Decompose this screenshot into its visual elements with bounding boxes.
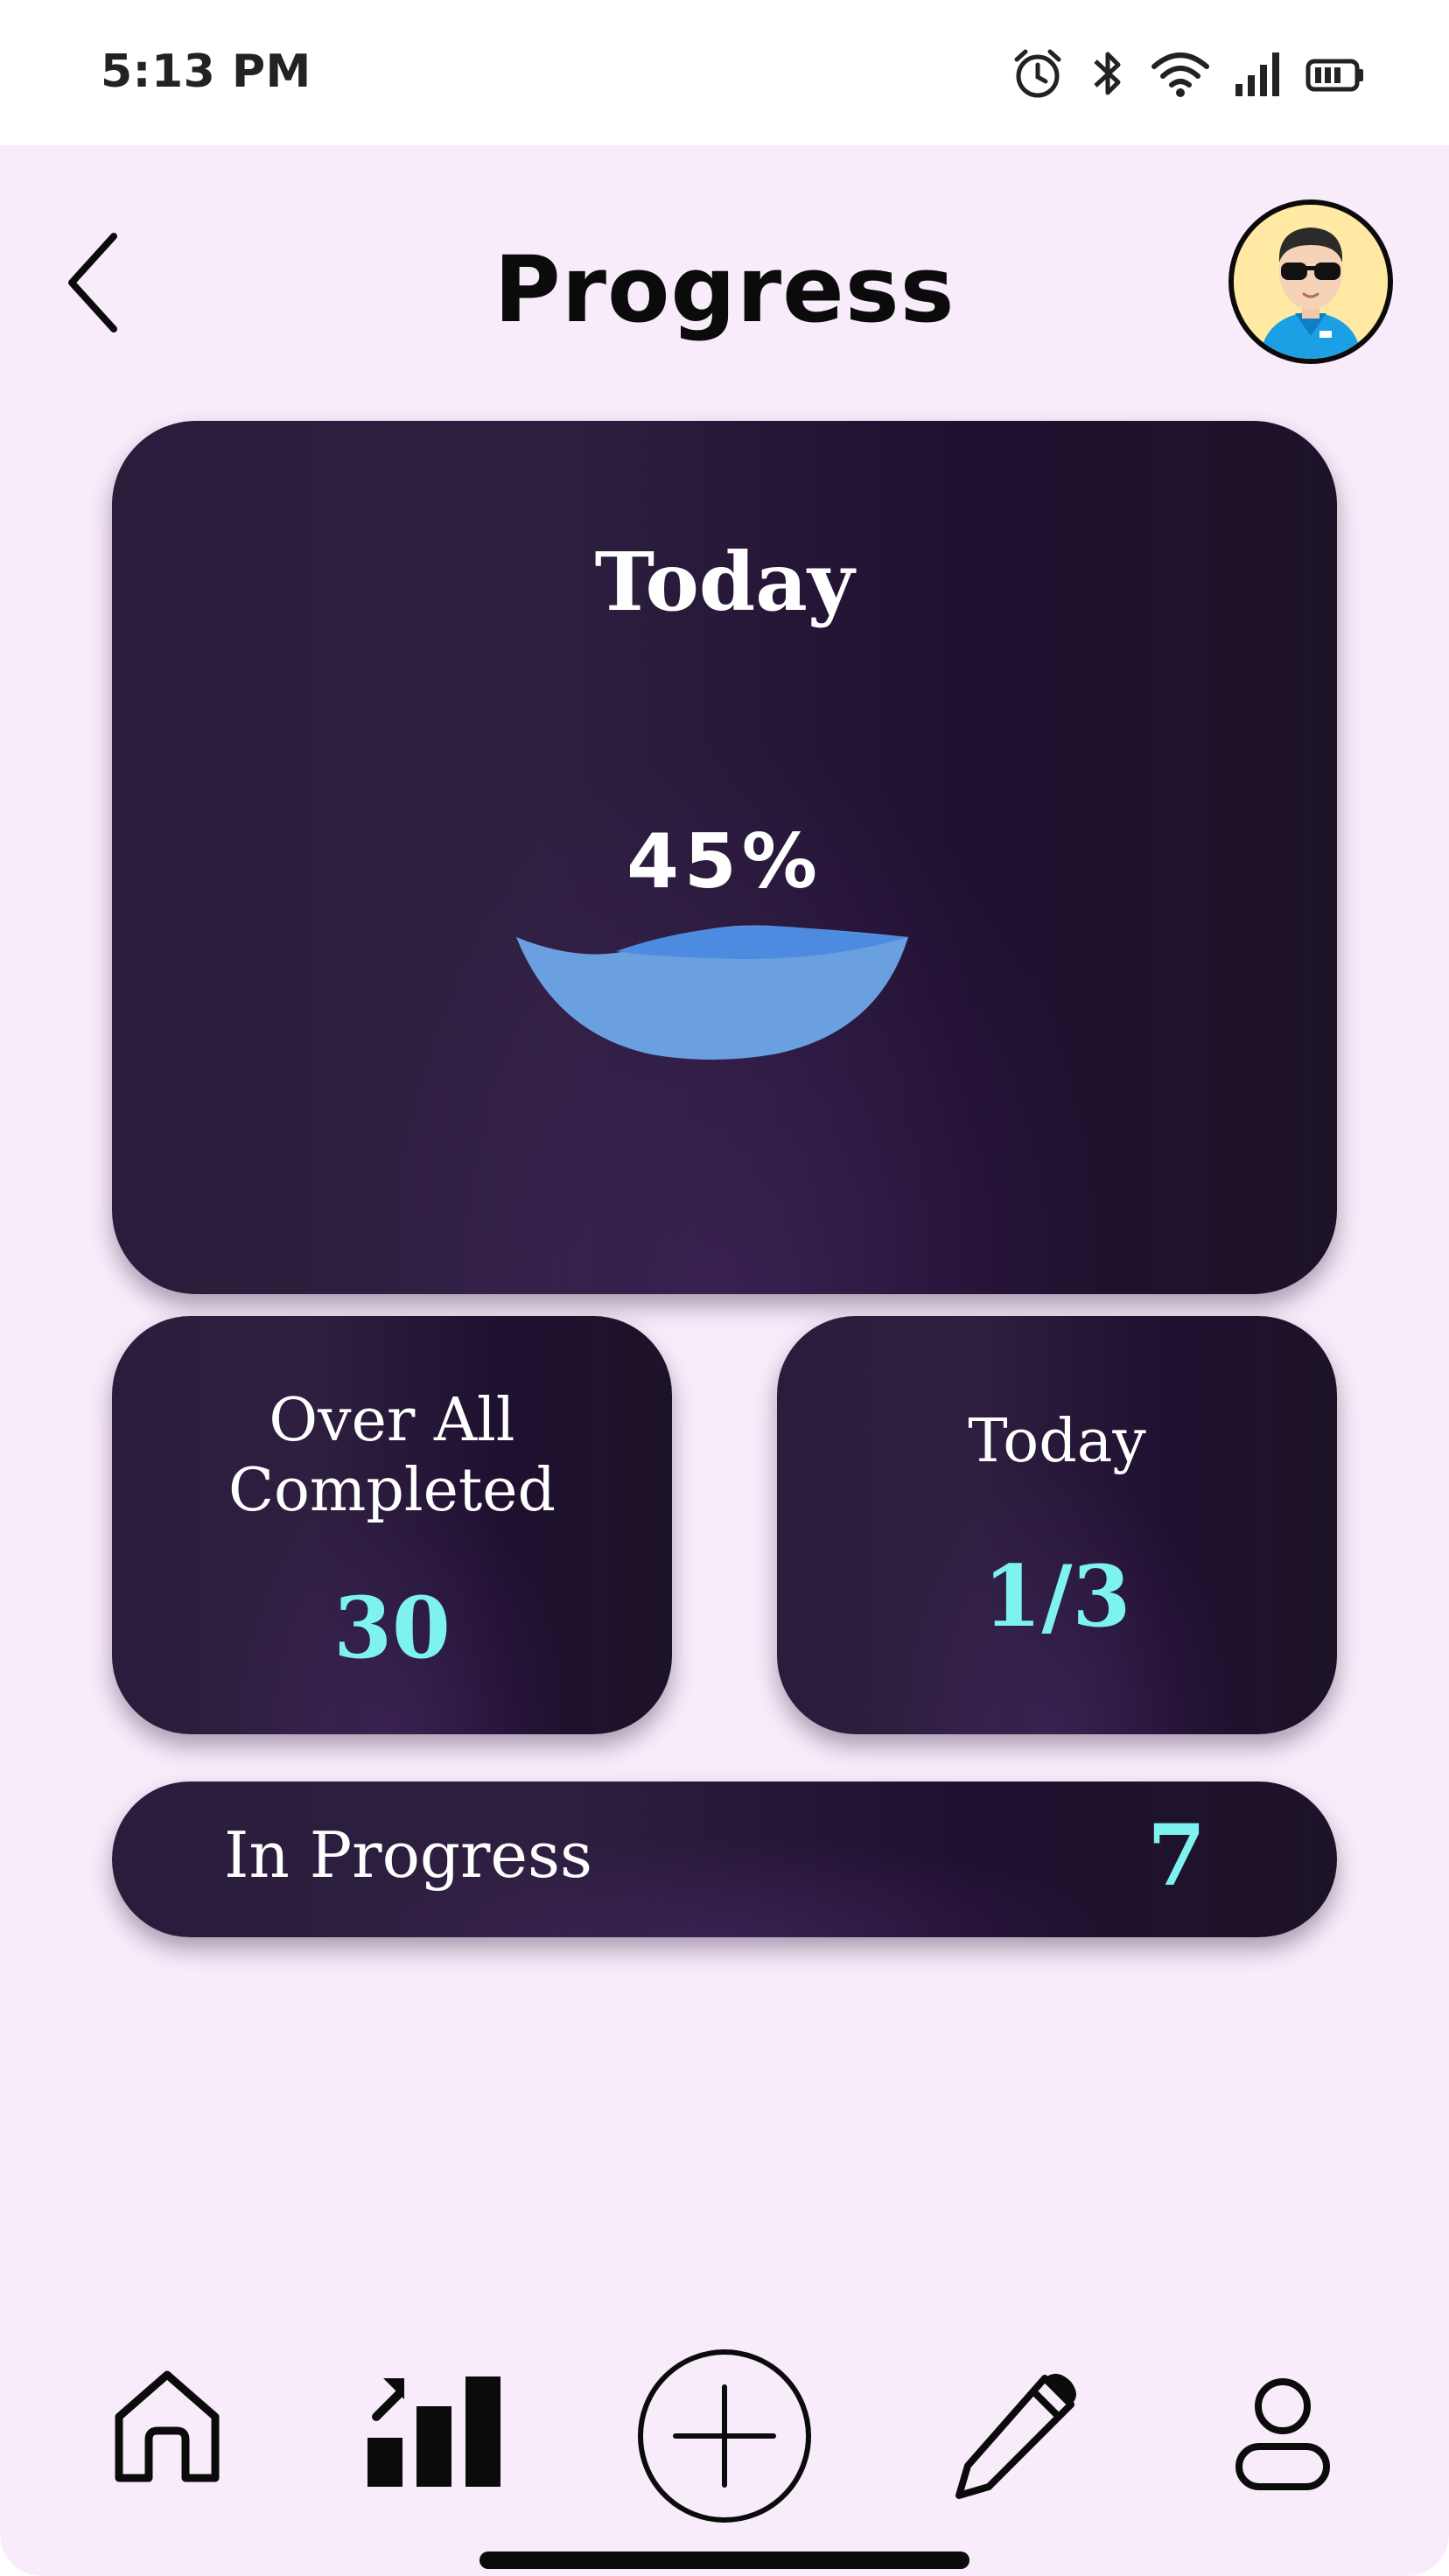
today-count-card: Today 1/3 bbox=[777, 1316, 1337, 1734]
add-icon bbox=[638, 2349, 811, 2523]
status-time: 5:13 PM bbox=[101, 46, 312, 98]
status-icons bbox=[1010, 42, 1365, 105]
today-count-value: 1/3 bbox=[983, 1547, 1131, 1646]
overall-label-line1: Over All bbox=[269, 1386, 515, 1455]
in-progress-label: In Progress bbox=[224, 1818, 592, 1892]
nav-profile[interactable] bbox=[1234, 2376, 1332, 2492]
overall-completed-card: Over All Completed 30 bbox=[112, 1316, 672, 1734]
nav-home[interactable] bbox=[110, 2366, 224, 2488]
signal-icon bbox=[1234, 46, 1283, 102]
pencil-icon bbox=[956, 2373, 1076, 2499]
nav-add[interactable] bbox=[635, 2347, 814, 2525]
overall-completed-label: Over All Completed bbox=[112, 1386, 672, 1526]
alarm-icon bbox=[1010, 46, 1066, 102]
today-card-title: Today bbox=[594, 535, 855, 629]
today-percent-label: 45% bbox=[626, 818, 822, 906]
wifi-icon bbox=[1150, 46, 1211, 102]
today-count-label: Today bbox=[968, 1407, 1146, 1476]
today-progress-card: Today 45% bbox=[112, 421, 1337, 1294]
home-icon bbox=[115, 2370, 220, 2482]
home-indicator bbox=[480, 2552, 970, 2569]
overall-completed-value: 30 bbox=[333, 1578, 451, 1677]
nav-stats[interactable] bbox=[364, 2366, 504, 2488]
bottom-nav bbox=[0, 2328, 1449, 2538]
bluetooth-icon bbox=[1088, 46, 1127, 102]
profile-icon bbox=[1236, 2378, 1330, 2490]
battery-icon bbox=[1306, 46, 1365, 102]
overall-label-line2: Completed bbox=[228, 1456, 556, 1525]
stats-icon bbox=[368, 2376, 500, 2487]
progress-bowl-gauge bbox=[516, 925, 908, 1060]
avatar[interactable] bbox=[1228, 200, 1393, 364]
user-avatar-icon bbox=[1234, 205, 1388, 359]
in-progress-card: In Progress 7 bbox=[112, 1782, 1337, 1937]
in-progress-value: 7 bbox=[1147, 1806, 1206, 1905]
status-bar: 5:13 PM bbox=[0, 0, 1449, 145]
nav-edit[interactable] bbox=[954, 2370, 1080, 2501]
